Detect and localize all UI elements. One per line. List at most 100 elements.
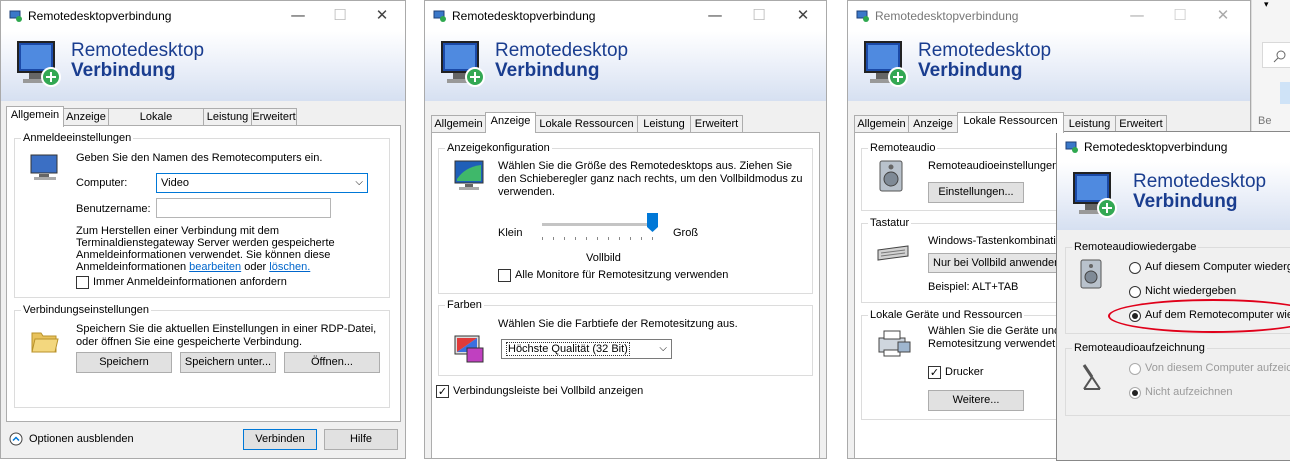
tab-display[interactable]: Anzeige (485, 112, 536, 133)
colors-hint: Wählen Sie die Farbtiefe der Remotesitzu… (498, 318, 738, 330)
close-button[interactable]: ✕ (792, 5, 814, 25)
printer-checkbox[interactable]: ✓ (928, 366, 941, 379)
speaker-icon (879, 160, 903, 192)
tab-performance[interactable]: Leistung (203, 108, 252, 126)
username-label: Benutzername: (76, 203, 151, 215)
rdp-app-icon (856, 10, 869, 22)
remote-audio-hint: Remoteaudioeinstellungen k (928, 160, 1067, 172)
chevron-down-icon[interactable]: ⌵ (659, 340, 667, 358)
minimize-button[interactable]: — (704, 5, 726, 25)
open-button[interactable]: Öffnen... (284, 352, 380, 373)
tab-local-resources[interactable]: Lokale Ressourcen (957, 112, 1064, 133)
connection-settings-group: Verbindungseinstellungen Speichern Sie d… (14, 304, 390, 408)
chevron-up-circle-icon (9, 432, 23, 446)
banner-subtitle: Verbindung (495, 60, 600, 81)
colors-group: Farben Wählen Sie die Farbtiefe der Remo… (438, 299, 813, 376)
slider-track (542, 223, 658, 226)
more-devices-button[interactable]: Weitere... (928, 390, 1024, 411)
close-button[interactable]: ✕ (371, 5, 393, 25)
tab-local-resources[interactable]: Lokale Ressourcen (535, 115, 638, 133)
delete-credentials-link[interactable]: löschen. (269, 261, 310, 273)
no-recording-radio[interactable] (1129, 387, 1141, 399)
rdp-window-general: Remotedesktopverbindung — ☐ ✕ Remotedesk… (0, 0, 406, 459)
audio-settings-button[interactable]: Einstellungen... (928, 182, 1024, 203)
username-field[interactable] (156, 198, 331, 218)
save-as-button[interactable]: Speichern unter... (180, 352, 276, 373)
banner: Remotedesktop Verbindung (848, 31, 1250, 101)
folder-icon (31, 332, 59, 353)
window-title: Remotedesktopverbindung (452, 9, 596, 23)
tab-display[interactable]: Anzeige (908, 115, 958, 133)
close-button[interactable]: ✕ (1212, 5, 1234, 25)
always-ask-label: Immer Anmeldeinformationen anfordern (93, 276, 287, 288)
tab-advanced[interactable]: Erweitert (690, 115, 743, 133)
tab-advanced[interactable]: Erweitert (251, 108, 297, 126)
title-bar[interactable]: Remotedesktopverbindung — ☐ ✕ (425, 1, 826, 31)
tab-performance[interactable]: Leistung (637, 115, 691, 133)
color-depth-value: Höchste Qualität (32 Bit) (506, 342, 630, 356)
keyboard-group-label: Tastatur (868, 217, 912, 229)
devices-icon (878, 330, 911, 357)
search-icon (1273, 50, 1286, 63)
color-depth-select[interactable]: Höchste Qualität (32 Bit) ⌵ (501, 339, 672, 359)
remote-audio-group-label: Remoteaudio (868, 142, 938, 154)
play-local-label: Auf diesem Computer wiederge (1145, 261, 1290, 273)
display-hint: Wählen Sie die Größe des Remotedesktops … (498, 160, 803, 198)
edit-credentials-link[interactable]: bearbeiten (189, 261, 241, 273)
rdp-window-display: Remotedesktopverbindung — ☐ ✕ Remotedesk… (424, 0, 827, 459)
highlight-ellipse (1108, 299, 1290, 333)
computer-combobox[interactable]: Video ⌵ (156, 173, 368, 193)
tab-general[interactable]: Allgemein (854, 115, 909, 133)
title-bar[interactable]: Remotedesktopverbindung — ☐ ✕ (848, 1, 1250, 31)
audio-dialog-body: Remoteaudiowiedergabe Auf diesem Compute… (1057, 230, 1290, 460)
banner-subtitle: Verbindung (71, 60, 176, 81)
hide-options-label: Optionen ausblenden (29, 433, 134, 445)
connect-button[interactable]: Verbinden (243, 429, 317, 450)
maximize-button[interactable]: ☐ (748, 5, 770, 25)
connection-hint: Speichern Sie die aktuellen Einstellunge… (76, 323, 377, 348)
connection-group-label: Verbindungseinstellungen (21, 304, 151, 316)
local-devices-group-label: Lokale Geräte und Ressourcen (868, 309, 1025, 321)
color-palette-icon (454, 335, 484, 363)
audio-playback-group: Remoteaudiowiedergabe Auf diesem Compute… (1065, 241, 1290, 334)
play-local-radio[interactable] (1129, 262, 1141, 274)
banner: Remotedesktop Verbindung (425, 31, 826, 101)
maximize-button[interactable]: ☐ (1169, 5, 1191, 25)
all-monitors-label: Alle Monitore für Remotesitzung verwende… (515, 269, 729, 281)
title-bar[interactable]: Remotedesktopverbindung — ☐ ✕ (1, 1, 405, 31)
title-bar[interactable]: Remotedesktopverbindung (1057, 132, 1290, 162)
tab-general[interactable]: Allgemein (6, 106, 64, 127)
search-box[interactable] (1262, 42, 1290, 68)
tab-general[interactable]: Allgemein (431, 115, 486, 133)
audio-recording-group: Remoteaudioaufzeichnung Von diesem Compu… (1065, 342, 1290, 416)
save-button[interactable]: Speichern (76, 352, 172, 373)
background-partial-text: Be (1258, 115, 1272, 127)
rdp-app-icon (433, 10, 446, 22)
always-ask-checkbox[interactable] (76, 276, 89, 289)
banner-title: Remotedesktop (918, 40, 1052, 61)
connection-bar-checkbox[interactable]: ✓ (436, 385, 449, 398)
display-group-label: Anzeigekonfiguration (445, 142, 552, 154)
dropdown-arrow-icon: ▾ (1264, 0, 1269, 10)
folder-strip (1280, 82, 1290, 104)
speaker-icon (1080, 259, 1102, 289)
audio-playback-group-label: Remoteaudiowiedergabe (1072, 241, 1199, 253)
resolution-slider[interactable] (542, 213, 658, 249)
tab-local-resources[interactable]: Lokale Ressourcen (108, 108, 204, 139)
all-monitors-checkbox[interactable] (498, 269, 511, 282)
maximize-button[interactable]: ☐ (329, 5, 351, 25)
slider-small-label: Klein (498, 227, 523, 239)
keyboard-hint: Windows-Tastenkombinatio (928, 235, 1062, 247)
record-local-radio[interactable] (1129, 363, 1141, 375)
banner-subtitle: Verbindung (918, 60, 1023, 81)
keyboard-value: Nur bei Vollbild anwenden (933, 257, 1061, 269)
no-playback-radio[interactable] (1129, 286, 1141, 298)
rdp-app-icon (9, 10, 22, 22)
minimize-button[interactable]: — (1126, 5, 1148, 25)
minimize-button[interactable]: — (287, 5, 309, 25)
chevron-down-icon[interactable]: ⌵ (355, 174, 363, 192)
tab-display[interactable]: Anzeige (63, 108, 109, 126)
logon-group-label: Anmeldeeinstellungen (21, 132, 134, 144)
help-button[interactable]: Hilfe (324, 429, 398, 450)
slider-thumb[interactable] (647, 213, 658, 233)
